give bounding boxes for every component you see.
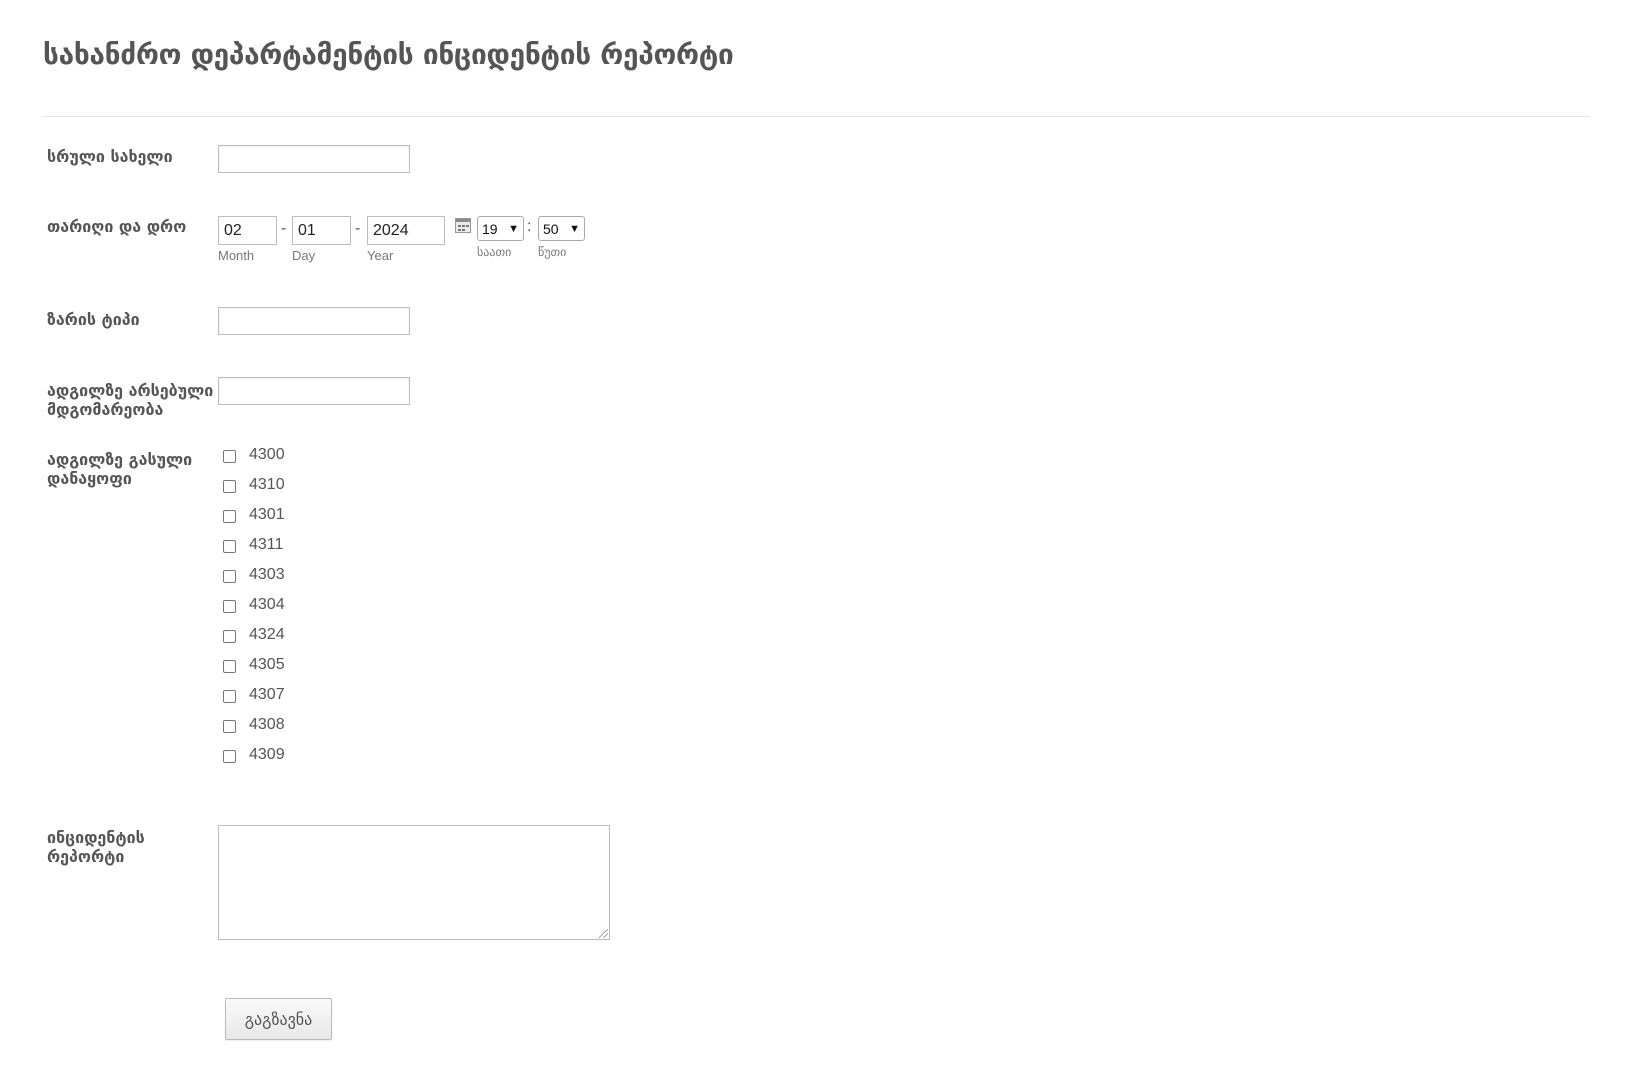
on-site-condition-label: ადგილზე არსებული მდგომარეობა (47, 381, 214, 419)
unit-checkbox[interactable] (223, 450, 236, 463)
unit-checkbox-label: 4324 (249, 626, 285, 643)
date-separator: - (355, 220, 361, 237)
date-separator: - (281, 220, 287, 237)
month-sublabel: Month (218, 248, 255, 263)
alarm-type-input[interactable] (218, 307, 410, 335)
unit-checkbox-label: 4308 (249, 716, 285, 733)
alarm-type-label: ზარის ტიპი (47, 310, 140, 329)
unit-checkbox[interactable] (223, 690, 236, 703)
unit-checkbox-item[interactable]: 4303 (223, 566, 343, 586)
units-label: ადგილზე გასული დანაყოფი (47, 450, 193, 488)
datetime-label: თარიღი და დრო (47, 217, 187, 236)
unit-checkbox-label: 4301 (249, 506, 285, 523)
unit-checkbox-label: 4304 (249, 596, 285, 613)
unit-checkbox-item[interactable]: 4304 (223, 596, 343, 616)
unit-checkbox[interactable] (223, 750, 236, 763)
unit-checkbox-item[interactable]: 4309 (223, 746, 343, 766)
unit-checkbox-label: 4307 (249, 686, 285, 703)
incident-report-textarea[interactable] (218, 825, 610, 940)
unit-checkbox-item[interactable]: 4324 (223, 626, 343, 646)
unit-checkbox-label: 4309 (249, 746, 285, 763)
full-name-label: სრული სახელი (47, 147, 173, 166)
submit-button[interactable]: გაგზავნა (225, 998, 332, 1040)
incident-report-label: ინციდენტის რეპორტი (47, 828, 145, 866)
unit-checkbox-item[interactable]: 4311 (223, 536, 343, 556)
full-name-input[interactable] (218, 145, 410, 173)
hour-select[interactable]: 19 ▼ (477, 216, 524, 241)
unit-checkbox-item[interactable]: 4300 (223, 446, 343, 466)
unit-checkbox[interactable] (223, 660, 236, 673)
year-input[interactable] (367, 216, 445, 245)
calendar-icon[interactable] (455, 218, 471, 233)
day-input[interactable] (292, 216, 351, 245)
unit-checkbox-item[interactable]: 4310 (223, 476, 343, 496)
chevron-down-icon: ▼ (508, 222, 519, 235)
hour-sublabel: საათი (477, 245, 512, 259)
unit-checkbox-item[interactable]: 4301 (223, 506, 343, 526)
unit-checkbox-item[interactable]: 4307 (223, 686, 343, 706)
year-sublabel: Year (367, 248, 394, 263)
unit-checkbox[interactable] (223, 600, 236, 613)
minute-value: 50 (543, 220, 559, 237)
resize-grip-icon[interactable] (599, 929, 608, 938)
minute-select[interactable]: 50 ▼ (538, 216, 585, 241)
on-site-condition-input[interactable] (218, 377, 410, 405)
unit-checkbox-item[interactable]: 4308 (223, 716, 343, 736)
unit-checkbox-label: 4300 (249, 446, 285, 463)
unit-checkbox-item[interactable]: 4305 (223, 656, 343, 676)
unit-checkbox-label: 4310 (249, 476, 285, 493)
unit-checkbox[interactable] (223, 540, 236, 553)
minute-sublabel: წუთი (538, 245, 567, 259)
hour-value: 19 (482, 220, 498, 237)
unit-checkbox-label: 4311 (249, 536, 284, 553)
unit-checkbox-label: 4303 (249, 566, 285, 583)
unit-checkbox[interactable] (223, 510, 236, 523)
unit-checkbox-label: 4305 (249, 656, 285, 673)
unit-checkbox[interactable] (223, 720, 236, 733)
unit-checkbox[interactable] (223, 480, 236, 493)
unit-checkbox[interactable] (223, 630, 236, 643)
form-title: სახანძრო დეპარტამენტის ინციდენტის რეპორტ… (43, 38, 734, 71)
day-sublabel: Day (292, 248, 316, 263)
title-divider (43, 116, 1590, 117)
chevron-down-icon: ▼ (569, 222, 580, 235)
time-separator: : (527, 218, 532, 235)
unit-checkbox[interactable] (223, 570, 236, 583)
month-input[interactable] (218, 216, 277, 245)
